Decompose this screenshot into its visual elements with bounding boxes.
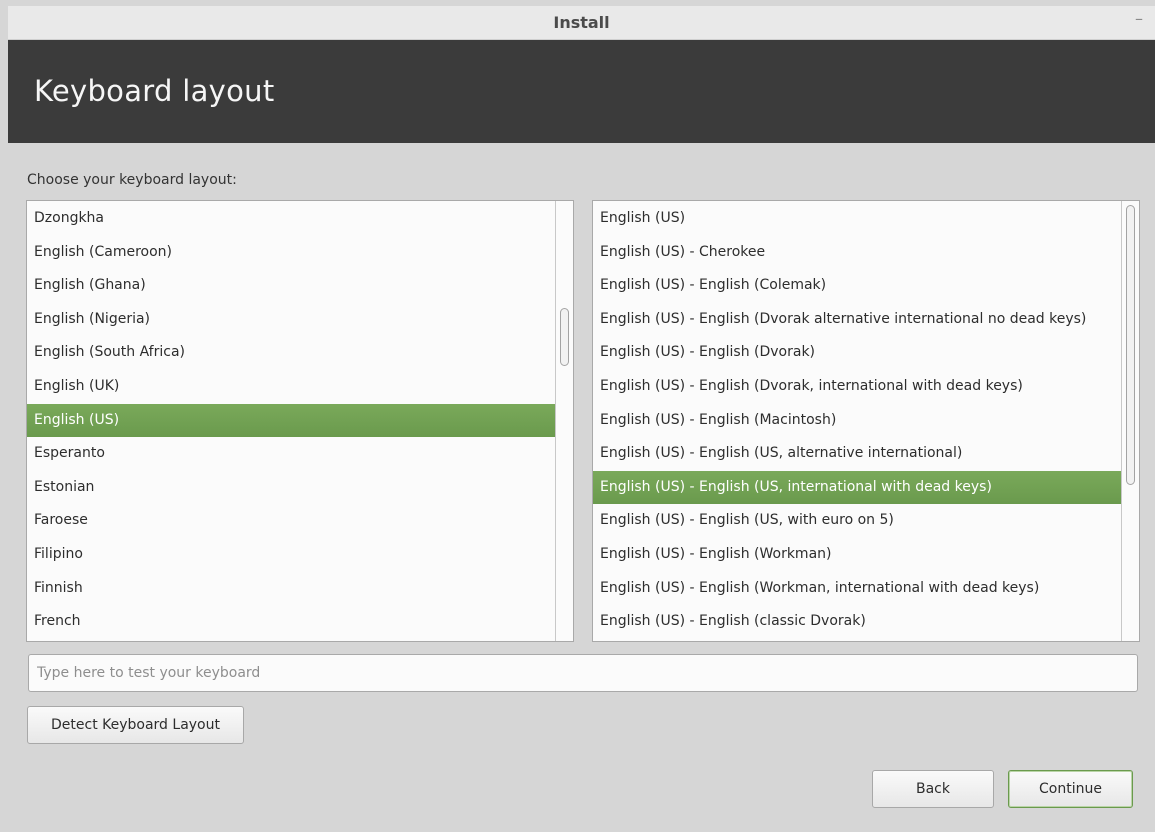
keyboard-layout-list[interactable]: Dzongkha English (Cameroon) English (Ghana…: [26, 200, 574, 642]
variant-list-scrollbar[interactable]: [1121, 201, 1139, 641]
layout-list-item[interactable]: Estonian: [27, 471, 555, 505]
continue-button[interactable]: Continue: [1008, 770, 1133, 808]
variant-list-item[interactable]: English (US) - English (Colemak): [593, 269, 1121, 303]
layout-list-item[interactable]: Dzongkha: [27, 202, 555, 236]
layout-list-scroll-thumb[interactable]: [560, 308, 569, 366]
variant-list-item[interactable]: English (US) - English (US, alternative …: [593, 437, 1121, 471]
layout-prompt-label: Choose your keyboard layout:: [27, 172, 237, 188]
window-title: Install: [553, 13, 610, 32]
variant-list-item[interactable]: English (US) - English (Macintosh): [593, 404, 1121, 438]
layout-list-item[interactable]: Filipino: [27, 538, 555, 572]
page-header: Keyboard layout: [8, 40, 1155, 143]
keyboard-layout-rows: Dzongkha English (Cameroon) English (Ghana…: [27, 202, 555, 639]
keyboard-variant-rows: English (US) English (US) - Cherokee Engli…: [593, 202, 1121, 639]
page-title: Keyboard layout: [34, 74, 275, 108]
main-content: Choose your keyboard layout: Dzongkha Eng…: [8, 143, 1155, 832]
detect-keyboard-layout-button[interactable]: Detect Keyboard Layout: [27, 706, 244, 744]
layout-list-item[interactable]: English (Ghana): [27, 269, 555, 303]
variant-list-item[interactable]: English (US) - English (Dvorak alternati…: [593, 303, 1121, 337]
keyboard-variant-list[interactable]: English (US) English (US) - Cherokee Engli…: [592, 200, 1140, 642]
variant-list-item[interactable]: English (US) - English (Workman): [593, 538, 1121, 572]
layout-list-item[interactable]: French: [27, 605, 555, 639]
variant-list-item[interactable]: English (US): [593, 202, 1121, 236]
variant-list-scroll-thumb[interactable]: [1126, 205, 1135, 485]
variant-list-item[interactable]: English (US) - English (Workman, interna…: [593, 572, 1121, 606]
layout-list-item[interactable]: English (US): [27, 403, 555, 438]
keyboard-test-input[interactable]: [28, 654, 1138, 692]
layout-list-item[interactable]: Esperanto: [27, 437, 555, 471]
back-button[interactable]: Back: [872, 770, 994, 808]
layout-list-item[interactable]: English (Cameroon): [27, 236, 555, 270]
layout-list-item[interactable]: English (Nigeria): [27, 303, 555, 337]
minimize-icon[interactable]: –: [1135, 9, 1143, 28]
layout-list-item[interactable]: English (South Africa): [27, 336, 555, 370]
variant-list-item[interactable]: English (US) - English (Dvorak, internat…: [593, 370, 1121, 404]
layout-list-item[interactable]: English (UK): [27, 370, 555, 404]
window-titlebar: Install –: [8, 6, 1155, 40]
variant-list-item[interactable]: English (US) - English (US, with euro on…: [593, 504, 1121, 538]
variant-list-item[interactable]: English (US) - English (Dvorak): [593, 336, 1121, 370]
layout-list-item[interactable]: Faroese: [27, 504, 555, 538]
variant-list-item[interactable]: English (US) - Cherokee: [593, 236, 1121, 270]
layout-list-scrollbar[interactable]: [555, 201, 573, 641]
variant-list-item[interactable]: English (US) - English (US, internationa…: [593, 470, 1121, 505]
variant-list-item[interactable]: English (US) - English (classic Dvorak): [593, 605, 1121, 639]
layout-list-item[interactable]: Finnish: [27, 572, 555, 606]
